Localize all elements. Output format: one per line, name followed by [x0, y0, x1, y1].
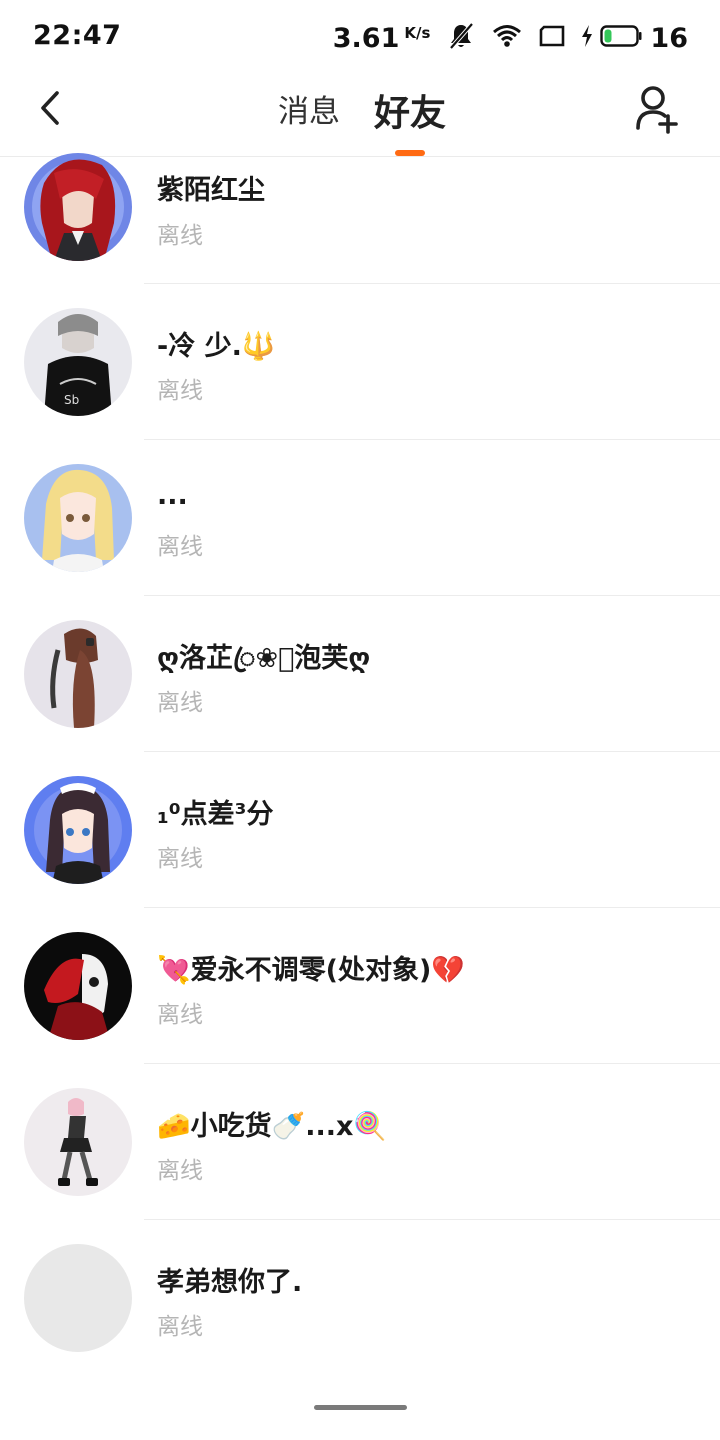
avatar[interactable]: Sb	[24, 308, 132, 416]
network-speed-unit: K/s	[404, 24, 431, 42]
status-bar: 22:47 3.61 K/s 16	[0, 0, 720, 76]
tab-friends[interactable]: 好友	[374, 84, 446, 136]
status-indicators: 3.61 K/s 16	[333, 20, 688, 56]
add-friend-button[interactable]	[634, 84, 680, 134]
friend-status: 离线	[157, 378, 203, 404]
status-time: 22:47	[33, 20, 122, 51]
svg-text:Sb: Sb	[64, 393, 79, 407]
friend-name: -冷 少.🔱	[157, 331, 276, 362]
friend-row[interactable]: ₁⁰点差³分 离线	[0, 752, 720, 908]
chevron-left-icon	[41, 91, 59, 125]
friend-status: 离线	[157, 846, 203, 872]
friend-status: 离线	[157, 1002, 203, 1028]
charging-icon	[580, 24, 594, 52]
battery-level: 16	[650, 22, 688, 54]
friend-list: 紫陌红尘 离线 Sb -冷 少.🔱 离线 ... 离线 ღ洛芷ꦿ❀⃝泡芙ღ 离线…	[0, 130, 720, 1376]
friend-name: 💘爱永不调零(处对象)💔	[157, 955, 465, 986]
back-button[interactable]	[30, 88, 70, 128]
avatar[interactable]	[24, 464, 132, 572]
friend-status: 离线	[157, 534, 203, 560]
avatar[interactable]	[24, 620, 132, 728]
home-indicator[interactable]	[314, 1405, 407, 1410]
friend-name: 孝弟想你了.	[157, 1267, 303, 1298]
friend-status: 离线	[157, 223, 203, 249]
friend-status: 离线	[157, 1158, 203, 1184]
battery-icon	[600, 24, 642, 52]
friend-row[interactable]: ღ洛芷ꦿ❀⃝泡芙ღ 离线	[0, 596, 720, 752]
friend-name: 🧀小吃货🍼...x🍭	[157, 1111, 388, 1142]
friend-row[interactable]: ... 离线	[0, 440, 720, 596]
friend-row[interactable]: 🧀小吃货🍼...x🍭 离线	[0, 1064, 720, 1220]
friend-name: ₁⁰点差³分	[157, 799, 274, 830]
friend-name: 紫陌红尘	[157, 175, 265, 206]
friend-row[interactable]: Sb -冷 少.🔱 离线	[0, 284, 720, 440]
network-speed: 3.61	[332, 22, 400, 54]
friend-status: 离线	[157, 1314, 203, 1340]
add-user-icon	[636, 86, 678, 134]
avatar[interactable]	[24, 153, 132, 261]
friend-row[interactable]: 孝弟想你了. 离线	[0, 1220, 720, 1376]
avatar[interactable]	[24, 776, 132, 884]
avatar[interactable]	[24, 932, 132, 1040]
avatar[interactable]	[24, 1244, 132, 1352]
friend-name: ...	[157, 480, 188, 511]
avatar[interactable]	[24, 1088, 132, 1196]
mute-bell-icon	[448, 22, 474, 54]
friend-row[interactable]: 💘爱永不调零(处对象)💔 离线	[0, 908, 720, 1064]
tab-messages[interactable]: 消息	[278, 86, 340, 131]
friend-row[interactable]: 紫陌红尘 离线	[0, 130, 720, 284]
screen-icon	[538, 25, 566, 51]
wifi-icon	[492, 24, 522, 52]
friend-status: 离线	[157, 690, 203, 716]
